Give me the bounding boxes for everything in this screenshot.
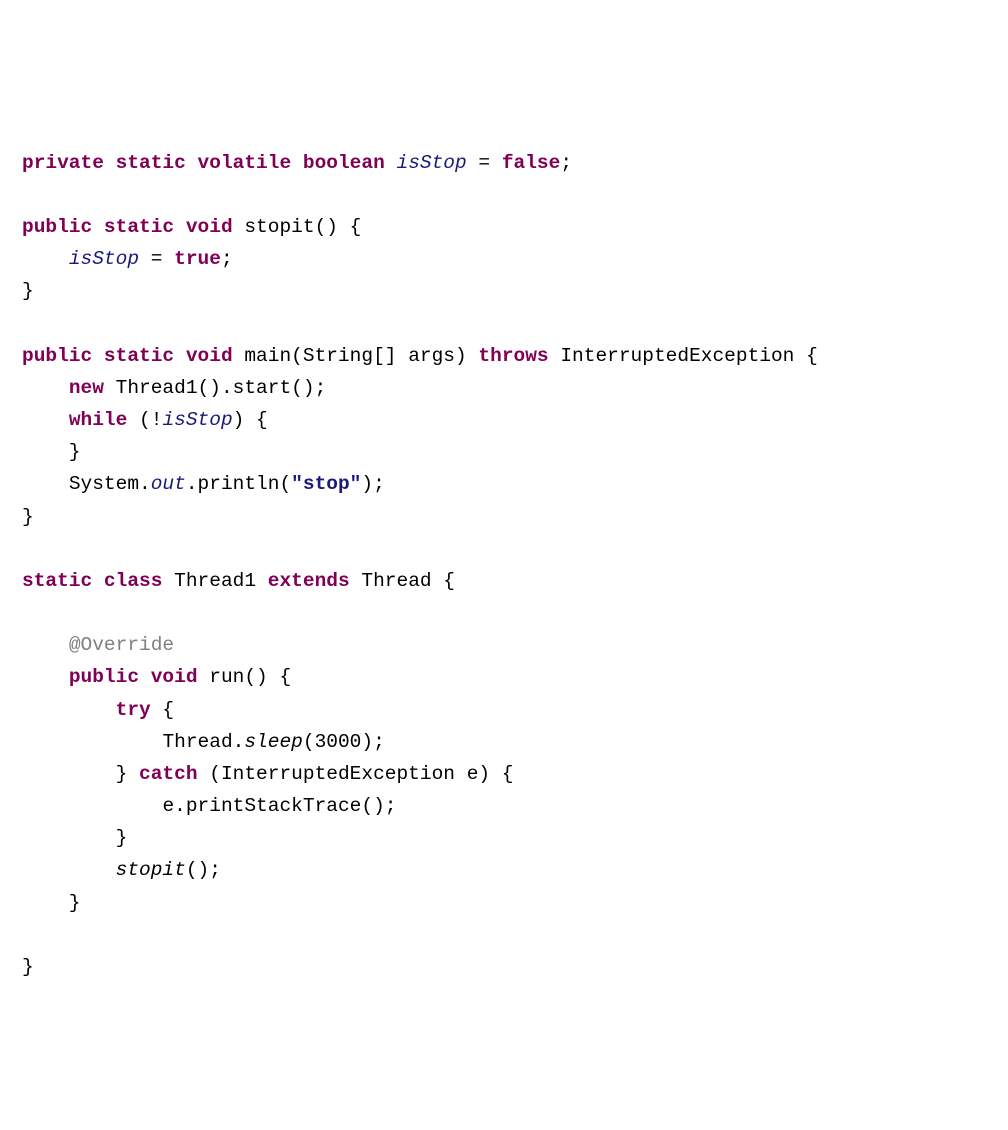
literal-3000: 3000 <box>315 731 362 753</box>
field-isstop: isStop <box>69 248 139 270</box>
keyword-private: private <box>22 152 104 174</box>
method-println: println <box>198 473 280 495</box>
brackets-icon: [] <box>373 345 396 367</box>
type-interruptedexception: InterruptedException <box>221 763 455 785</box>
keyword-static: static <box>104 345 174 367</box>
keyword-void: void <box>186 216 233 238</box>
keyword-void: void <box>151 666 198 688</box>
type-thread1: Thread1 <box>174 570 256 592</box>
keyword-while: while <box>69 409 128 431</box>
keyword-throws: throws <box>478 345 548 367</box>
keyword-static: static <box>116 152 186 174</box>
keyword-static: static <box>104 216 174 238</box>
var-e: e <box>162 795 174 817</box>
keyword-volatile: volatile <box>198 152 292 174</box>
string-stop: "stop" <box>291 473 361 495</box>
keyword-public: public <box>69 666 139 688</box>
annotation-override: @Override <box>69 634 174 656</box>
field-out: out <box>151 473 186 495</box>
keyword-true: true <box>174 248 221 270</box>
keyword-catch: catch <box>139 763 198 785</box>
type-thread1: Thread1 <box>116 377 198 399</box>
keyword-new: new <box>69 377 104 399</box>
type-string: String <box>303 345 373 367</box>
type-thread: Thread <box>361 570 431 592</box>
keyword-public: public <box>22 345 92 367</box>
keyword-extends: extends <box>268 570 350 592</box>
method-main: main <box>244 345 291 367</box>
keyword-void: void <box>186 345 233 367</box>
keyword-public: public <box>22 216 92 238</box>
keyword-boolean: boolean <box>303 152 385 174</box>
class-system: System <box>69 473 139 495</box>
method-stopit-call: stopit <box>116 859 186 881</box>
var-e: e <box>467 763 479 785</box>
keyword-false: false <box>502 152 561 174</box>
param-args: args <box>408 345 455 367</box>
keyword-class: class <box>104 570 163 592</box>
method-stopit: stopit <box>244 216 314 238</box>
method-sleep: sleep <box>244 731 303 753</box>
method-run: run <box>209 666 244 688</box>
keyword-static: static <box>22 570 92 592</box>
type-thread: Thread <box>162 731 232 753</box>
keyword-try: try <box>116 699 151 721</box>
type-interruptedexception: InterruptedException <box>560 345 794 367</box>
field-isstop: isStop <box>162 409 232 431</box>
field-isstop: isStop <box>397 152 467 174</box>
code-block: private static volatile boolean isStop =… <box>22 152 818 978</box>
method-printstacktrace: printStackTrace <box>186 795 362 817</box>
method-start: start <box>233 377 292 399</box>
